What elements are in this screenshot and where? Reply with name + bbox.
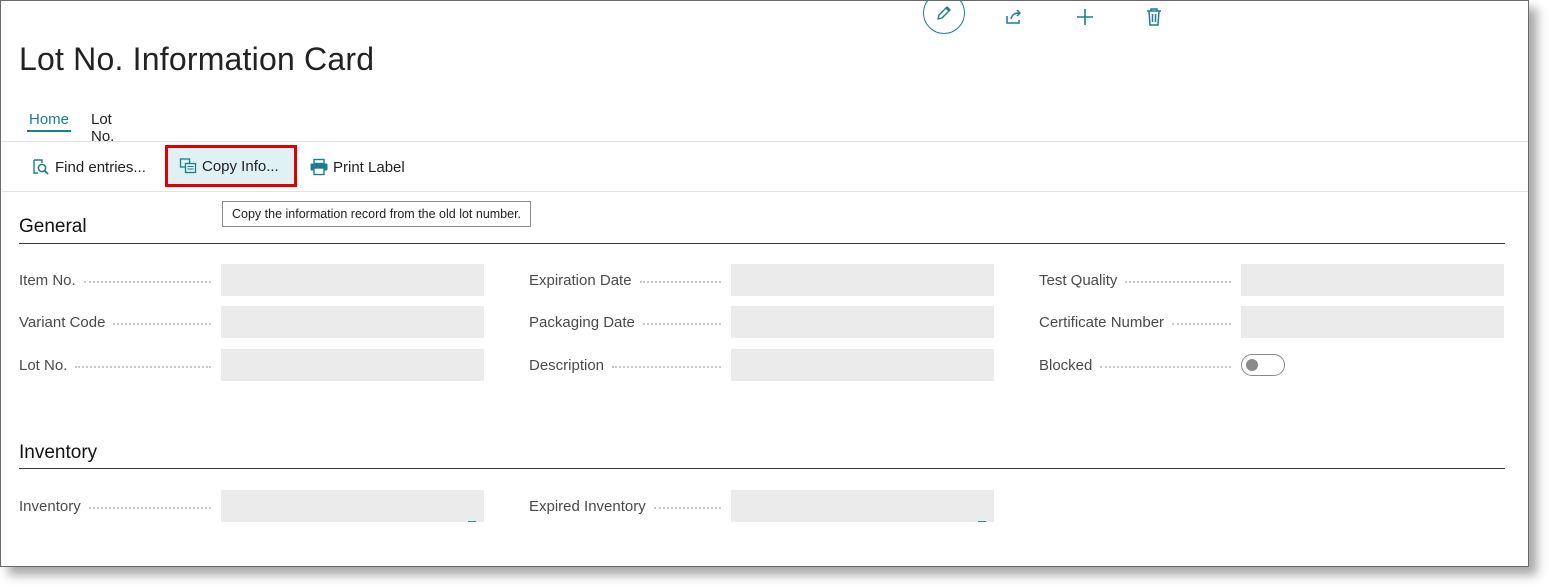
inventory-drilldown[interactable]: _ [221,490,484,522]
page-title: Lot No. Information Card [19,41,375,77]
print-label-button[interactable]: Print Label [309,147,405,187]
field-label: Item No. [19,264,215,296]
certificate-number-input[interactable] [1241,306,1504,338]
copy-info-icon [178,156,198,176]
field-label: Expired Inventory [529,490,725,522]
printer-icon [309,157,329,177]
field-label: Lot No. [19,349,215,381]
share-icon [1004,8,1024,31]
item-no-input[interactable] [221,264,484,296]
field-label: Packaging Date [529,306,725,338]
edit-button[interactable] [923,0,967,37]
section-rule-inventory [19,468,1505,469]
blocked-toggle[interactable] [1241,354,1285,376]
packaging-date-input[interactable] [731,306,994,338]
copy-info-button[interactable]: Copy Info... [165,145,297,187]
new-button[interactable] [1063,1,1107,37]
variant-code-input[interactable] [221,306,484,338]
find-entries-button[interactable]: Find entries... [31,147,146,187]
copy-info-tooltip: Copy the information record from the old… [222,201,532,227]
tabs-divider [2,141,1528,142]
trash-icon [1145,7,1163,32]
pencil-icon [923,0,965,34]
field-label: Certificate Number [1039,306,1235,338]
share-button[interactable] [992,1,1036,37]
field-label: Inventory [19,490,215,522]
delete-button[interactable] [1132,1,1176,37]
description-input[interactable] [731,349,994,381]
field-label: Test Quality [1039,264,1235,296]
expiration-date-input[interactable] [731,264,994,296]
section-title-general[interactable]: General [19,216,87,238]
section-title-inventory[interactable]: Inventory [19,442,97,464]
field-label: Blocked [1039,349,1235,381]
actions-divider [2,191,1528,192]
find-entries-label: Find entries... [55,158,146,176]
field-label: Description [529,349,725,381]
field-label: Variant Code [19,306,215,338]
lot-no-input[interactable] [221,349,484,381]
expired-inventory-drilldown[interactable]: _ [731,490,994,522]
print-label-label: Print Label [333,158,405,176]
test-quality-input[interactable] [1241,264,1504,296]
tab-home[interactable]: Home [27,111,72,132]
tab-lot-no[interactable]: Lot No. [89,111,116,145]
copy-info-label: Copy Info... [202,157,279,175]
field-label: Expiration Date [529,264,725,296]
plus-icon [1075,7,1095,32]
card-window: Lot No. Information Card Home Lot No. Fi… [0,0,1529,567]
section-rule-general [19,243,1505,244]
find-entries-icon [31,157,51,177]
